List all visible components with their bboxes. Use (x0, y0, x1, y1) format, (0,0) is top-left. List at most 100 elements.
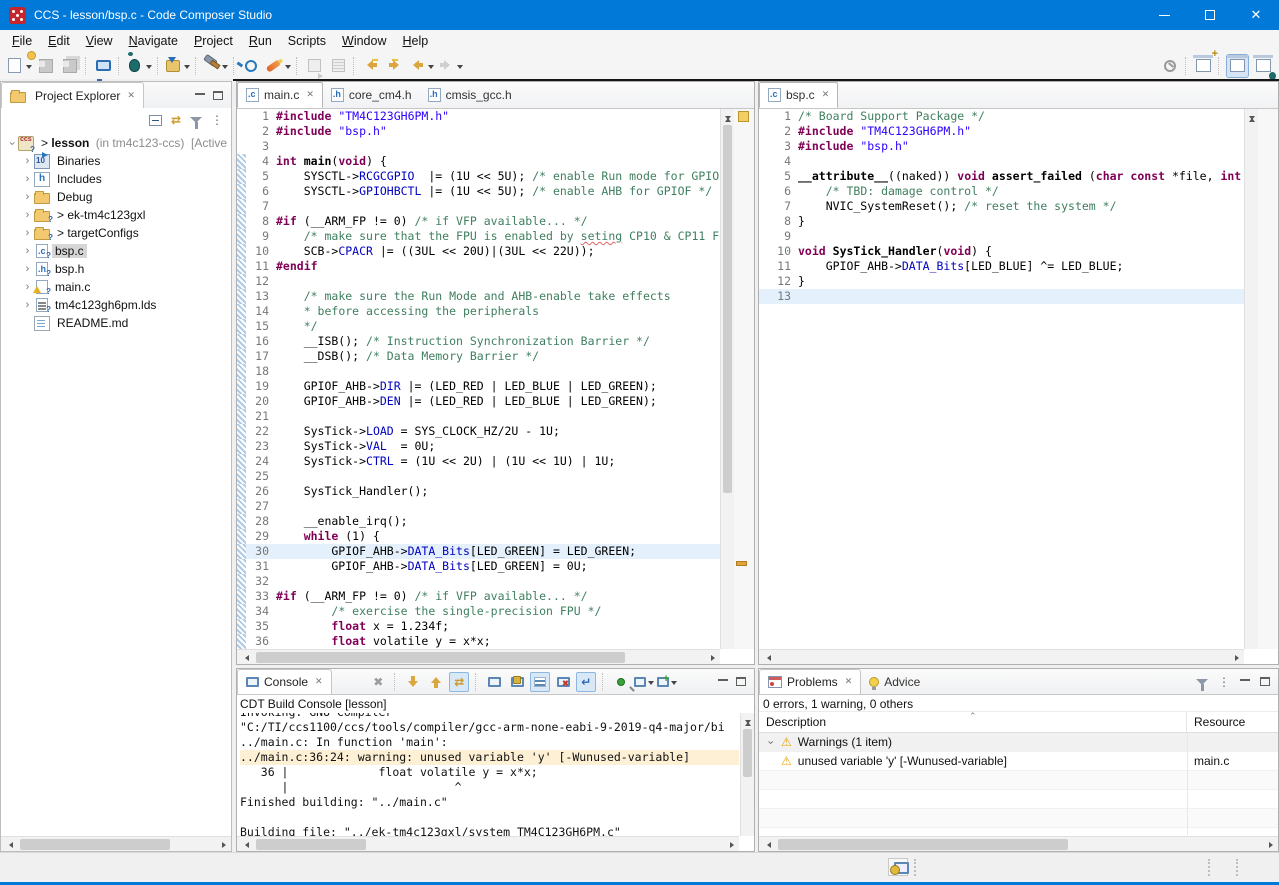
scroll-thumb[interactable] (256, 839, 366, 850)
display-selected-console-button[interactable] (634, 672, 654, 692)
dropdown-arrow-icon[interactable] (26, 65, 32, 72)
code-line[interactable]: 12} (759, 274, 1244, 289)
close-button[interactable]: ✕ (1233, 0, 1279, 30)
code-line[interactable]: 4int main(void) { (237, 154, 720, 169)
dropdown-arrow-icon[interactable] (285, 65, 291, 72)
search-button[interactable] (241, 55, 261, 77)
editor-tab-main-c[interactable]: main.c✕ (237, 82, 323, 108)
code-line[interactable]: 7 (237, 199, 720, 214)
activate-on-output-button[interactable] (530, 672, 550, 692)
column-resource[interactable]: Resource (1187, 712, 1278, 732)
menu-scripts[interactable]: Scripts (280, 31, 334, 51)
code-line[interactable]: 10 SCB->CPACR |= ((3UL << 20U)|(3UL << 2… (237, 244, 720, 259)
code-line[interactable]: 1#include "TM4C123GH6PM.h" (237, 109, 720, 124)
code-editor-bsp[interactable]: 1/* Board Support Package */2#include "T… (759, 109, 1244, 649)
back-annotation-button[interactable] (361, 55, 381, 77)
tab-console[interactable]: Console ✕ (237, 669, 332, 694)
tree-item-debug[interactable]: ›Debug (1, 188, 231, 206)
code-line[interactable]: 3 (237, 139, 720, 154)
code-line[interactable]: 16 __ISB(); /* Instruction Synchronizati… (237, 334, 720, 349)
menu-file[interactable]: File (4, 31, 40, 51)
dropdown-arrow-icon[interactable] (648, 681, 654, 688)
code-line[interactable]: 13 (759, 289, 1244, 304)
pin-console-button[interactable] (611, 672, 631, 692)
console-vscrollbar[interactable] (740, 713, 754, 836)
menu-window[interactable]: Window (334, 31, 394, 51)
code-line[interactable]: 26 SysTick_Handler(); (237, 484, 720, 499)
code-line[interactable]: 6 SYSCTL->GPIOHBCTL |= (1U << 5U); /* en… (237, 184, 720, 199)
scroll-left-icon[interactable] (1, 837, 15, 851)
previous-annotation-button[interactable] (426, 672, 446, 692)
menu-view[interactable]: View (78, 31, 121, 51)
show-console-on-stderr-button[interactable] (507, 672, 527, 692)
menu-help[interactable]: Help (394, 31, 436, 51)
follow-output-button[interactable]: ⇄ (449, 672, 469, 692)
scroll-right-icon[interactable] (1264, 837, 1278, 851)
code-line[interactable]: 4 (759, 154, 1244, 169)
dropdown-arrow-icon[interactable] (222, 65, 228, 72)
build-button[interactable] (203, 55, 228, 77)
dropdown-arrow-icon[interactable] (146, 65, 152, 72)
code-line[interactable]: 8#if (__ARM_FP != 0) /* if VFP available… (237, 214, 720, 229)
scroll-down-icon[interactable] (721, 109, 735, 649)
word-wrap-button[interactable]: ↵ (576, 672, 596, 692)
minimize-view-icon[interactable] (718, 678, 728, 681)
new-wizard-button[interactable] (6, 55, 32, 77)
code-line[interactable]: 22 SysTick->LOAD = SYS_CLOCK_HZ/2U - 1U; (237, 424, 720, 439)
close-tab-icon[interactable]: ✕ (845, 677, 853, 687)
quick-search-button[interactable] (1160, 55, 1180, 77)
code-editor-main[interactable]: 1#include "TM4C123GH6PM.h"2#include "bsp… (237, 109, 720, 649)
maximize-view-icon[interactable] (736, 677, 746, 686)
problems-hscrollbar[interactable] (759, 836, 1278, 851)
code-line[interactable]: 5__attribute__((naked)) void assert_fail… (759, 169, 1244, 184)
tree-item-bsp-c[interactable]: ›bsp.c (1, 242, 231, 260)
overview-ruler[interactable] (734, 109, 754, 649)
menu-run[interactable]: Run (241, 31, 280, 51)
code-line[interactable]: 17 __DSB(); /* Data Memory Barrier */ (237, 349, 720, 364)
code-line[interactable]: 20 GPIOF_AHB->DEN |= (LED_RED | LED_BLUE… (237, 394, 720, 409)
code-line[interactable]: 11 GPIOF_AHB->DATA_Bits[LED_BLUE] ^= LED… (759, 259, 1244, 274)
editor-tab-bsp-c[interactable]: bsp.c✕ (759, 82, 838, 108)
code-line[interactable]: 10void SysTick_Handler(void) { (759, 244, 1244, 259)
expander-icon[interactable]: › (764, 733, 777, 753)
expander-icon[interactable]: › (5, 137, 18, 150)
maximize-view-icon[interactable] (213, 91, 223, 100)
code-line[interactable]: 28 __enable_irq(); (237, 514, 720, 529)
dropdown-arrow-icon[interactable] (428, 65, 434, 72)
tab-problems[interactable]: Problems ✕ (759, 669, 861, 694)
close-tab-icon[interactable]: ✕ (127, 91, 135, 101)
console-output[interactable]: Invoking: GNU Compiler"C:/TI/ccs1100/ccs… (240, 713, 739, 836)
dropdown-arrow-icon[interactable] (184, 65, 190, 72)
code-line[interactable]: 2#include "TM4C123GH6PM.h" (759, 124, 1244, 139)
expander-icon[interactable]: › (21, 263, 34, 276)
expander-icon[interactable]: › (21, 245, 34, 258)
code-line[interactable]: 6 /* TBD: damage control */ (759, 184, 1244, 199)
tab-project-explorer[interactable]: Project Explorer ✕ (1, 82, 144, 108)
editor-hscrollbar[interactable] (237, 649, 720, 664)
scroll-thumb[interactable] (20, 839, 170, 850)
scroll-right-icon[interactable] (217, 837, 231, 851)
filter-icon[interactable] (190, 117, 202, 123)
maximize-view-icon[interactable] (1260, 677, 1270, 686)
code-line[interactable]: 31 GPIOF_AHB->DATA_Bits[LED_GREEN] = 0U; (237, 559, 720, 574)
dropdown-arrow-icon[interactable] (671, 681, 677, 688)
tree-item-ek-tm4c123gxl[interactable]: ›> ek-tm4c123gxl (1, 206, 231, 224)
expander-icon[interactable]: › (21, 209, 34, 222)
ccs-debug-perspective-button[interactable] (1253, 55, 1273, 77)
expander-icon[interactable]: › (21, 173, 34, 186)
code-line[interactable]: 3#include "bsp.h" (759, 139, 1244, 154)
dropdown-arrow-icon[interactable] (457, 65, 463, 72)
window-list-button[interactable] (328, 55, 348, 77)
scroll-thumb[interactable] (256, 652, 625, 663)
scroll-right-icon[interactable] (725, 837, 739, 851)
overview-ruler[interactable] (1258, 109, 1278, 649)
tree-item-tm4c123gh6pm-lds[interactable]: ›tm4c123gh6pm.lds (1, 296, 231, 314)
explorer-hscrollbar[interactable] (1, 836, 231, 851)
scroll-thumb[interactable] (778, 839, 1068, 850)
code-line[interactable]: 23 SysTick->VAL = 0U; (237, 439, 720, 454)
code-line[interactable]: 2#include "bsp.h" (237, 124, 720, 139)
flash-button[interactable] (165, 55, 190, 77)
code-line[interactable]: 24 SysTick->CTRL = (1U << 2U) | (1U << 1… (237, 454, 720, 469)
view-menu-icon[interactable]: ⋮ (211, 115, 223, 125)
editor-vscrollbar[interactable] (720, 109, 734, 649)
